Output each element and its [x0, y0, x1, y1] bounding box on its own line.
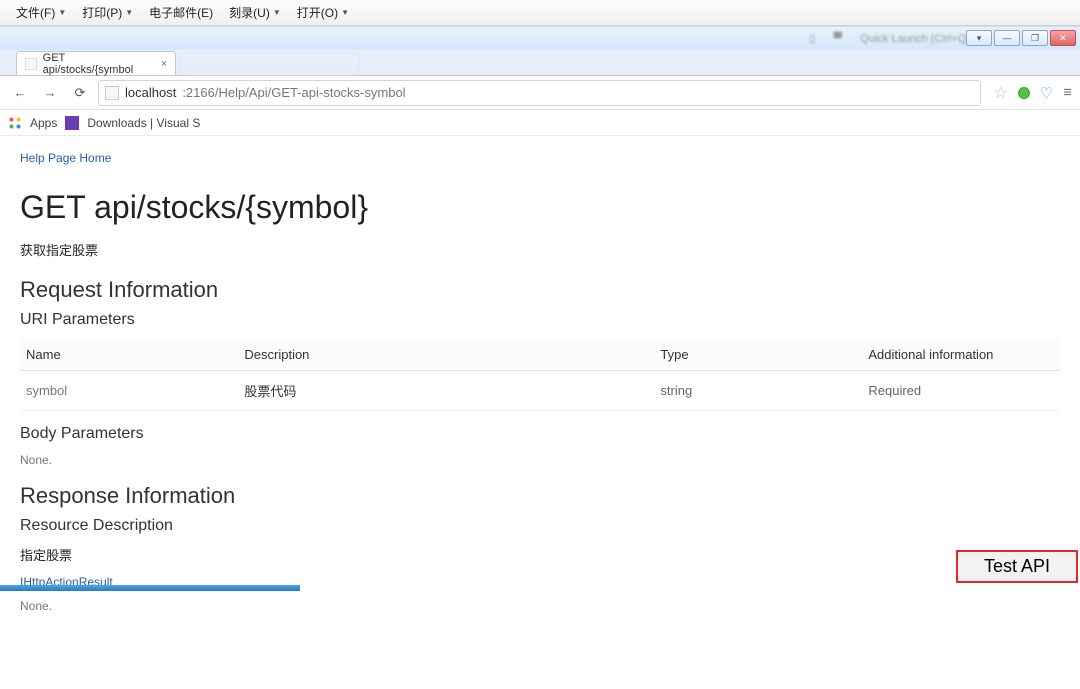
cell-additional: Required	[862, 371, 1060, 411]
apps-icon[interactable]	[8, 116, 22, 130]
browser-tab-inactive[interactable]	[180, 53, 360, 75]
cell-type: string	[654, 371, 862, 411]
tab-title: GET api/stocks/{symbol	[43, 52, 155, 76]
section-request-info: Request Information	[20, 277, 1060, 303]
breadcrumb-home-link[interactable]: Help Page Home	[20, 151, 111, 165]
resource-description-text: 指定股票	[20, 545, 1060, 564]
page-icon	[25, 58, 37, 70]
menu-email[interactable]: 电子邮件(E)	[141, 4, 221, 21]
chevron-down-icon: ▼	[125, 8, 133, 17]
window-titlebar: ▯ ▝▘ Quick Launch (Ctrl+Q) ▾ — ❐ ✕	[0, 26, 1080, 50]
menu-file[interactable]: 文件(F)▼	[8, 4, 74, 21]
subsection-resource-description: Resource Description	[20, 517, 1060, 535]
url-path: :2166/Help/Api/GET-api-stocks-symbol	[182, 85, 405, 100]
app-menu-bar: 文件(F)▼ 打印(P)▼ 电子邮件(E) 刻录(U)▼ 打开(O)▼	[0, 0, 1080, 26]
back-button[interactable]: ←	[8, 81, 32, 105]
page-title: GET api/stocks/{symbol}	[20, 189, 1060, 226]
tab-close-icon[interactable]: ×	[161, 58, 167, 70]
subsection-uri-parameters: URI Parameters	[20, 311, 1060, 329]
col-type: Type	[654, 339, 862, 371]
menu-print[interactable]: 打印(P)▼	[74, 4, 141, 21]
table-row: symbol 股票代码 string Required	[20, 371, 1060, 411]
page-content: Help Page Home GET api/stocks/{symbol} 获…	[0, 136, 1080, 689]
page-icon	[105, 86, 119, 100]
browser-toolbar: ← → ⟳ localhost :2166/Help/Api/GET-api-st…	[0, 76, 1080, 110]
extension-icon[interactable]	[1018, 87, 1030, 99]
reload-button[interactable]: ⟳	[68, 81, 92, 105]
cell-name: symbol	[20, 371, 238, 411]
shield-icon[interactable]: ♡	[1040, 84, 1053, 102]
bookmarks-apps-label[interactable]: Apps	[30, 116, 57, 130]
search-placeholder: Quick Launch (Ctrl+Q)	[860, 33, 970, 45]
col-name: Name	[20, 339, 238, 371]
chevron-down-icon: ▼	[273, 8, 281, 17]
subsection-body-parameters: Body Parameters	[20, 425, 1060, 443]
forward-button[interactable]: →	[38, 81, 62, 105]
titlebar-icon: ▯	[809, 32, 815, 45]
menu-burn[interactable]: 刻录(U)▼	[221, 4, 289, 21]
url-host: localhost	[125, 85, 176, 100]
window-restore-button[interactable]: ❐	[1022, 30, 1048, 46]
window-minimize-button[interactable]: —	[994, 30, 1020, 46]
cell-description: 股票代码	[238, 371, 654, 411]
table-header-row: Name Description Type Additional informa…	[20, 339, 1060, 371]
chevron-down-icon: ▼	[341, 8, 349, 17]
bookmarks-bar: Apps Downloads | Visual S	[0, 110, 1080, 136]
bookmarks-downloads-label[interactable]: Downloads | Visual S	[87, 116, 200, 130]
titlebar-icon: ▝▘	[829, 32, 846, 45]
bookmark-star-icon[interactable]: ☆	[993, 83, 1007, 103]
address-bar[interactable]: localhost :2166/Help/Api/GET-api-stocks-s…	[98, 80, 981, 106]
browser-tab-active[interactable]: GET api/stocks/{symbol ×	[16, 51, 176, 75]
test-api-button[interactable]: Test API	[956, 550, 1078, 583]
chevron-down-icon: ▼	[58, 8, 66, 17]
window-close-button[interactable]: ✕	[1050, 30, 1076, 46]
col-additional: Additional information	[862, 339, 1060, 371]
body-parameters-none: None.	[20, 453, 1060, 467]
menu-open[interactable]: 打开(O)▼	[289, 4, 357, 21]
response-none: None.	[20, 599, 1060, 613]
vs-icon[interactable]	[65, 116, 79, 130]
window-min-aux-button[interactable]: ▾	[966, 30, 992, 46]
api-description: 获取指定股票	[20, 240, 1060, 259]
col-description: Description	[238, 339, 654, 371]
taskbar	[0, 585, 300, 591]
titlebar-blur-area: ▯ ▝▘ Quick Launch (Ctrl+Q)	[809, 32, 970, 45]
uri-parameters-table: Name Description Type Additional informa…	[20, 339, 1060, 411]
section-response-info: Response Information	[20, 483, 1060, 509]
browser-tab-strip: GET api/stocks/{symbol ×	[0, 50, 1080, 76]
menu-icon[interactable]: ≡	[1063, 84, 1072, 101]
